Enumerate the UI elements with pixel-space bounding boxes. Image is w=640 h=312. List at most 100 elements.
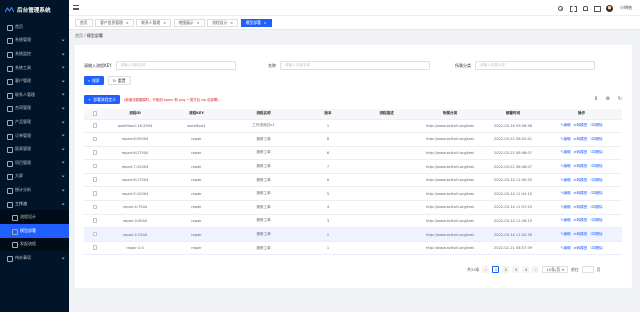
sidebar-item[interactable]: 合同管理 [0, 102, 69, 116]
user-name[interactable]: 小明哈 [620, 5, 632, 11]
sidebar-item[interactable]: 统计分析 [0, 183, 69, 197]
sidebar-subitem[interactable]: 发起流程 [0, 237, 69, 252]
to-model-button[interactable]: ⇄转模型 [574, 232, 588, 237]
table-row[interactable]: workflow1:16:2504 workflow1 工作流测试v1 1 http:/… [84, 119, 622, 134]
sidebar-item[interactable]: 报表管理 [0, 142, 69, 156]
edit-button[interactable]: ✎编辑 [560, 178, 570, 183]
sidebar-item[interactable]: 工作流 [0, 197, 69, 211]
search-button[interactable]: ⌕ 搜索 [84, 76, 104, 85]
sidebar-subitem[interactable]: 模型部署 [0, 223, 69, 238]
tab[interactable]: 地图展示 × [173, 18, 205, 27]
to-model-button[interactable]: ⇄转模型 [574, 191, 588, 196]
breadcrumb-home[interactable]: 首页 [75, 33, 83, 38]
sidebar-item[interactable]: 系统监控 [0, 47, 69, 61]
close-icon[interactable]: × [126, 21, 129, 25]
table-row[interactable]: repair:7:25004 repair 报修工单 7 http://www.acti… [84, 159, 622, 174]
edit-button[interactable]: ✎编辑 [560, 150, 570, 155]
sidebar-item[interactable]: 联系人管理 [0, 88, 69, 102]
to-model-button[interactable]: ⇄转模型 [574, 178, 588, 183]
sidebar-item[interactable]: 产品管理 [0, 115, 69, 129]
delete-button[interactable]: ⌫删除 [590, 123, 602, 128]
delete-button[interactable]: ⌫删除 [590, 191, 602, 196]
columns-settings-icon[interactable]: ⚙ [605, 96, 611, 102]
screenshot-icon[interactable] [570, 5, 577, 13]
to-model-button[interactable]: ⇄转模型 [574, 150, 588, 155]
delete-button[interactable]: ⌫删除 [590, 205, 602, 210]
table-row[interactable]: repair:6:17504 repair 报修工单 6 http://www.acti… [84, 173, 622, 188]
tab[interactable]: 流程设计 × [207, 18, 239, 27]
delete-button[interactable]: ⌫删除 [590, 178, 602, 183]
process-name-input[interactable]: 请输入流程名称 [280, 61, 430, 70]
page-number[interactable]: 4 [522, 266, 530, 273]
tab[interactable]: 联系人管理 × [136, 18, 172, 27]
close-icon[interactable]: × [264, 21, 267, 25]
delete-button[interactable]: ⌫删除 [590, 150, 602, 155]
tab[interactable]: 模型部署 × [240, 18, 272, 27]
app-logo[interactable]: 后台管理系统 [0, 0, 69, 20]
page-size-select[interactable]: 10条/页 ▾ [542, 266, 569, 273]
page-number[interactable]: 1 [492, 266, 500, 273]
table-row[interactable]: repair:8:55004 repair 报修工单 8 http://www.acti… [84, 132, 622, 147]
row-checkbox[interactable] [92, 218, 98, 223]
bell-icon[interactable] [582, 5, 589, 12]
table-row[interactable]: repair:3:5004 repair 报修工单 3 http://www.activ… [84, 214, 622, 229]
delete-button[interactable]: ⌫删除 [590, 246, 602, 251]
edit-button[interactable]: ✎编辑 [560, 218, 570, 223]
edit-button[interactable]: ✎编辑 [560, 232, 570, 237]
to-model-button[interactable]: ⇄转模型 [574, 164, 588, 169]
edit-button[interactable]: ✎编辑 [560, 191, 570, 196]
sidebar-item[interactable]: 系统工具 [0, 61, 69, 75]
fullscreen-icon[interactable] [594, 5, 601, 13]
page-number[interactable]: 3 [512, 266, 520, 273]
sidebar-item[interactable]: 项目管理 [0, 156, 69, 170]
edit-button[interactable]: ✎编辑 [560, 164, 570, 169]
page-number[interactable]: 2 [502, 266, 510, 273]
goto-page-input[interactable] [581, 266, 594, 273]
tab[interactable]: 客户信息管理 × [95, 18, 134, 27]
reset-button[interactable]: ↻ 重置 [107, 76, 131, 85]
delete-button[interactable]: ⌫删除 [590, 164, 602, 169]
to-model-button[interactable]: ⇄转模型 [574, 246, 588, 251]
sidebar-item[interactable]: 大屏 [0, 170, 69, 184]
row-checkbox[interactable] [92, 150, 98, 155]
row-checkbox[interactable] [92, 231, 98, 237]
table-row[interactable]: repair:5:10004 repair 报修工单 5 http://www.acti… [84, 186, 622, 202]
row-checkbox[interactable] [92, 204, 98, 210]
prev-page-button[interactable]: ‹ [482, 266, 490, 273]
sidebar-item[interactable]: 首页 [0, 20, 69, 34]
row-checkbox[interactable] [92, 191, 98, 196]
toggle-search-icon[interactable]: ⊻ [593, 96, 599, 102]
sidebar-item[interactable]: 订单管理 [0, 129, 69, 143]
delete-button[interactable]: ⌫删除 [590, 232, 602, 237]
refresh-table-icon[interactable]: ↻ [617, 96, 623, 102]
row-checkbox[interactable] [92, 163, 98, 169]
search-icon[interactable] [558, 5, 564, 11]
deploy-button[interactable]: + 部署流程定义 [84, 95, 120, 104]
sidebar-subitem[interactable]: 流程设计 [0, 210, 69, 224]
edit-button[interactable]: ✎编辑 [560, 123, 570, 128]
delete-button[interactable]: ⌫删除 [590, 137, 602, 142]
table-row[interactable]: repair:4:7504 repair 报修工单 4 http://www.activ… [84, 200, 622, 215]
edit-button[interactable]: ✎编辑 [560, 137, 570, 142]
close-icon[interactable]: × [230, 21, 233, 25]
table-row[interactable]: repair:2:2504 repair 报修工单 2 http://www.activ… [84, 227, 622, 242]
next-page-button[interactable]: › [532, 266, 540, 273]
close-icon[interactable]: × [163, 21, 166, 25]
row-checkbox[interactable] [92, 245, 98, 250]
row-checkbox[interactable] [92, 177, 98, 182]
process-key-input[interactable]: 请输入流程名称 [115, 61, 236, 70]
to-model-button[interactable]: ⇄转模型 [574, 205, 588, 210]
delete-button[interactable]: ⌫删除 [590, 218, 602, 223]
menu-toggle-icon[interactable] [73, 5, 79, 10]
sidebar-item[interactable]: 系统管理 [0, 34, 69, 48]
table-row[interactable]: repair:6:27504 repair 报修工单 6 http://www.acti… [84, 146, 622, 161]
sidebar-item[interactable]: 客户管理 [0, 74, 69, 88]
select-all-checkbox[interactable] [92, 111, 98, 116]
tab[interactable]: 首页 [75, 18, 93, 27]
avatar[interactable] [606, 4, 613, 12]
table-row[interactable]: repair:1:4 repair 报修工单 1 http://www.activiti… [84, 241, 622, 256]
to-model-button[interactable]: ⇄转模型 [574, 218, 588, 223]
row-checkbox[interactable] [92, 123, 98, 128]
sidebar-item[interactable]: 待办事项 [0, 251, 69, 265]
row-checkbox[interactable] [92, 136, 98, 142]
